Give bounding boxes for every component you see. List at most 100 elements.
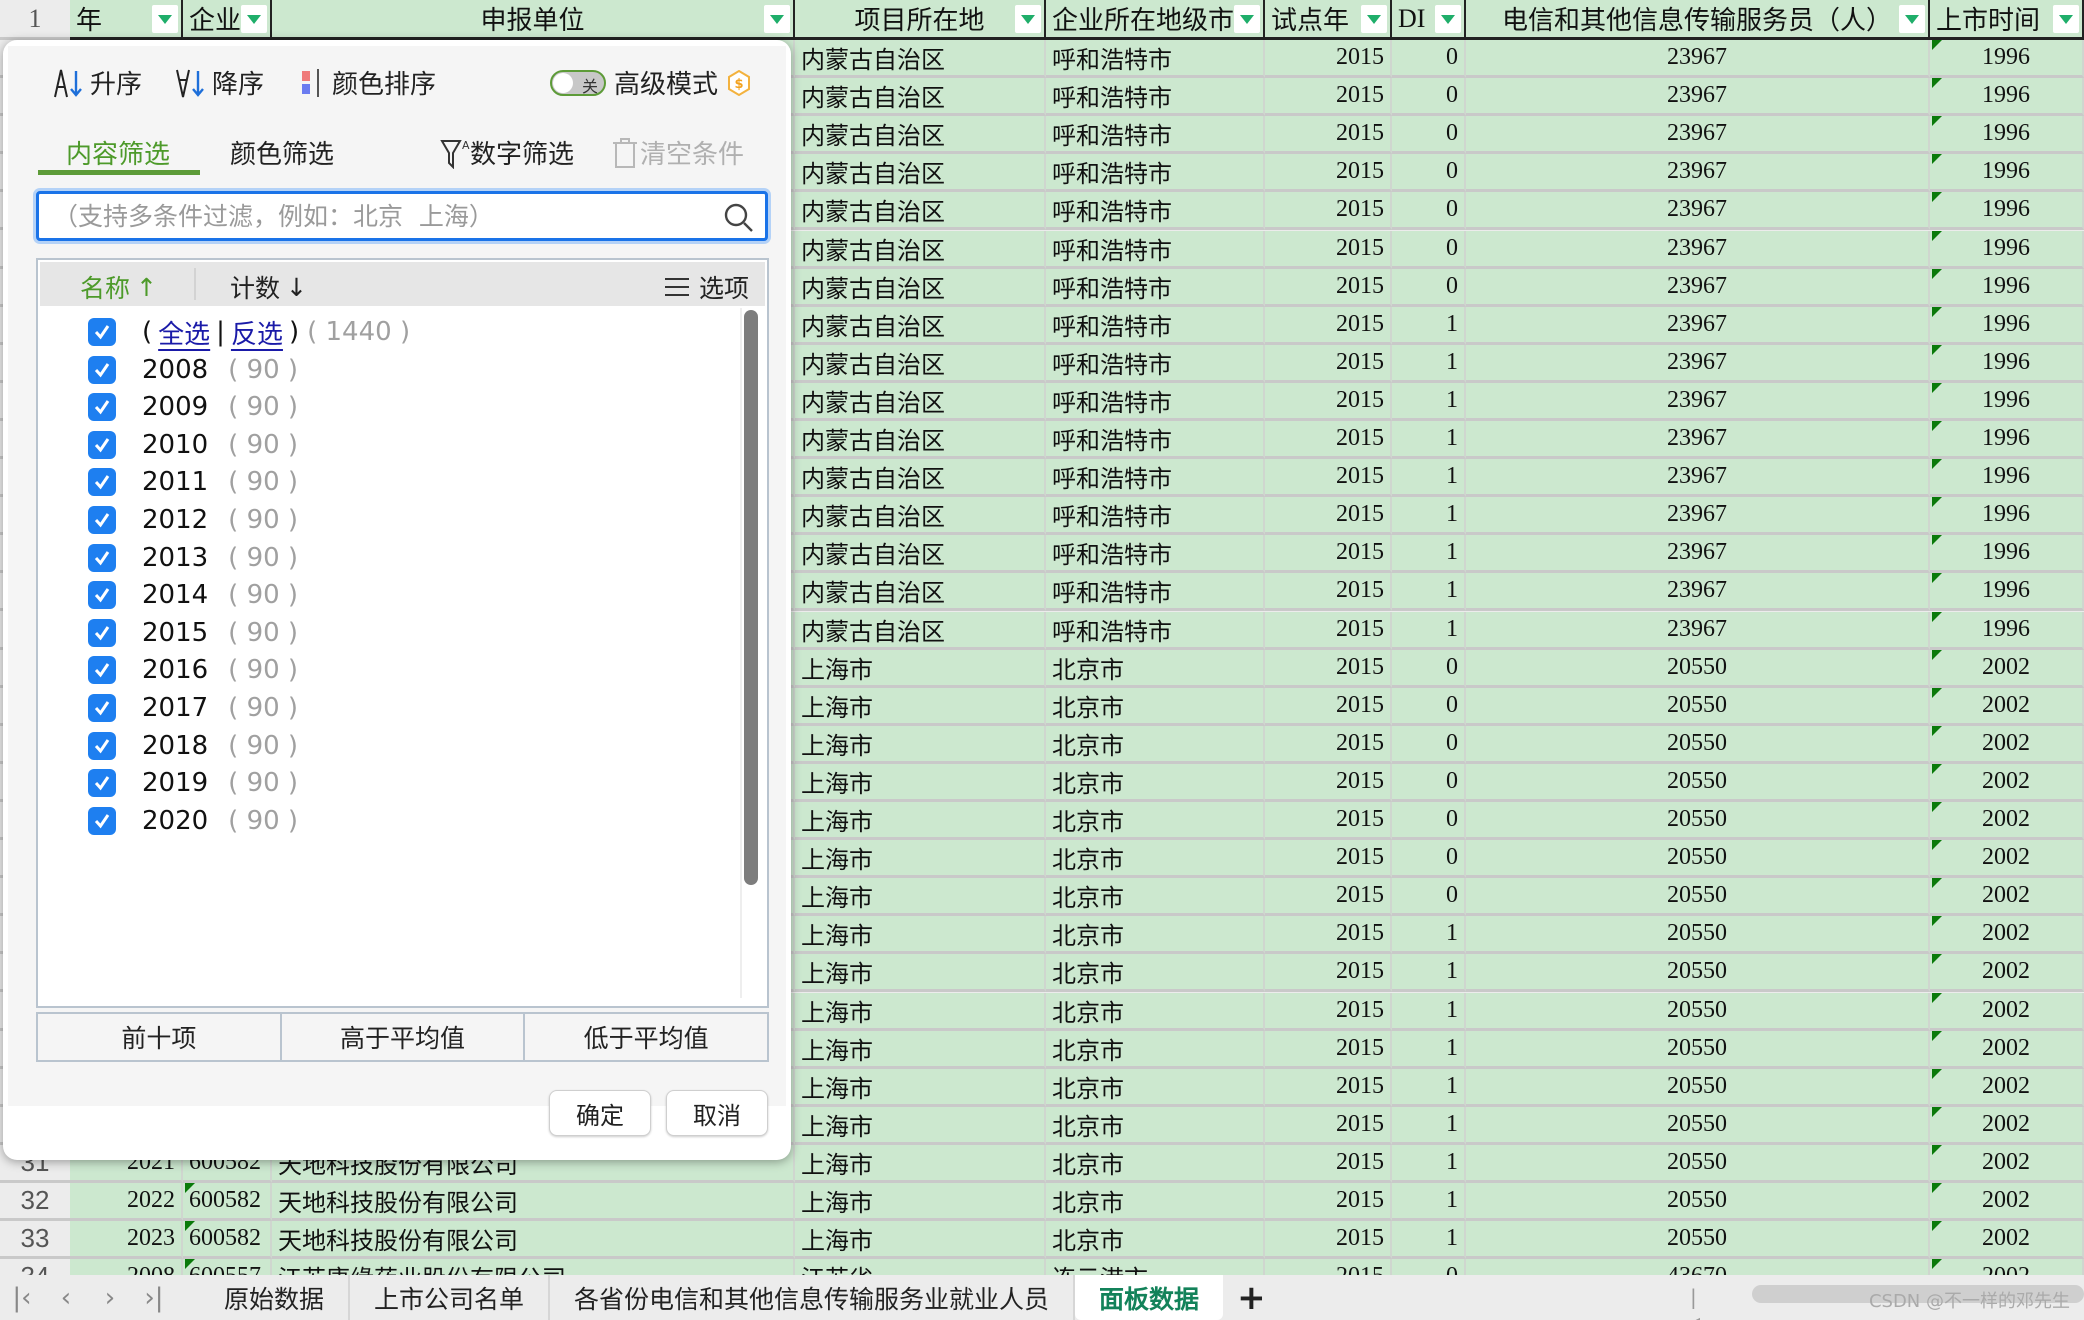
column-header-telecom[interactable]: 电信和其他信息传输服务员（人） [1466, 0, 1930, 40]
cell-listed-time[interactable]: 2002 [1930, 1106, 2084, 1145]
cell-listed-time[interactable]: 2002 [1930, 802, 2084, 840]
cell-project-location[interactable]: 上海市 [795, 1183, 1046, 1221]
cell-city[interactable]: 北京市 [1046, 687, 1265, 726]
cell-pilot-year[interactable]: 2015 [1265, 687, 1392, 726]
cell-pilot-year[interactable]: 2015 [1265, 78, 1392, 117]
cell-year[interactable]: 2023 [70, 1221, 183, 1260]
cell-telecom[interactable]: 20550 [1466, 687, 1930, 726]
cell-pilot-year[interactable]: 2015 [1265, 992, 1392, 1031]
cell-listed-time[interactable]: 1996 [1930, 497, 2084, 536]
cell-telecom[interactable]: 23967 [1466, 230, 1930, 269]
cell-pilot-year[interactable]: 2015 [1265, 878, 1392, 917]
cell-listed-time[interactable]: 2002 [1930, 878, 2084, 917]
cell-telecom[interactable]: 23967 [1466, 40, 1930, 78]
checkbox[interactable] [88, 430, 116, 459]
cell-telecom[interactable]: 20550 [1466, 1183, 1930, 1221]
filter-list-item[interactable]: 2020 ( 90 ) [88, 801, 298, 841]
cell-telecom[interactable]: 20550 [1466, 916, 1930, 955]
cell-pilot-year[interactable]: 2015 [1265, 497, 1392, 536]
cell-listed-time[interactable]: 2002 [1930, 763, 2084, 802]
cell-di[interactable]: 1 [1392, 916, 1466, 955]
search-icon[interactable] [723, 202, 755, 234]
cell-listed-time[interactable]: 2002 [1930, 1068, 2084, 1107]
cell-listed-time[interactable]: 1996 [1930, 192, 2084, 231]
cell-project-location[interactable]: 内蒙古自治区 [795, 192, 1046, 231]
cell-city[interactable]: 呼和浩特市 [1046, 230, 1265, 269]
select-all-link[interactable]: 全选 [158, 314, 210, 351]
cell-pilot-year[interactable]: 2015 [1265, 535, 1392, 574]
cell-listed-time[interactable]: 2002 [1930, 725, 2084, 764]
last-sheet-icon[interactable]: ›| [132, 1283, 176, 1313]
cell-city[interactable]: 北京市 [1046, 1183, 1265, 1221]
first-sheet-icon[interactable]: |‹ [0, 1283, 44, 1313]
filter-list-item[interactable]: 2012 ( 90 ) [88, 500, 298, 540]
cell-city[interactable]: 北京市 [1046, 878, 1265, 917]
cell-city[interactable]: 呼和浩特市 [1046, 344, 1265, 383]
cell-pilot-year[interactable]: 2015 [1265, 1144, 1392, 1183]
cell-city[interactable]: 呼和浩特市 [1046, 611, 1265, 650]
cell-project-location[interactable]: 上海市 [795, 649, 1046, 688]
cell-telecom[interactable]: 20550 [1466, 1068, 1930, 1107]
cell-telecom[interactable]: 23967 [1466, 421, 1930, 459]
cell-city[interactable]: 北京市 [1046, 649, 1265, 688]
sort-by-name-button[interactable]: 名称 ↑ [80, 269, 157, 305]
cell-pilot-year[interactable]: 2015 [1265, 916, 1392, 955]
cell-pilot-year[interactable]: 2015 [1265, 154, 1392, 193]
filter-list-item[interactable]: 2015 ( 90 ) [88, 613, 298, 653]
cell-telecom[interactable]: 23967 [1466, 535, 1930, 574]
cell-city[interactable]: 呼和浩特市 [1046, 535, 1265, 574]
row-number[interactable]: 33 [0, 1221, 70, 1260]
cell-pilot-year[interactable]: 2015 [1265, 306, 1392, 345]
cell-di[interactable]: 1 [1392, 421, 1466, 459]
cell-listed-time[interactable]: 2002 [1930, 840, 2084, 879]
cell-telecom[interactable]: 23967 [1466, 78, 1930, 117]
tab-color-filter[interactable]: 颜色筛选 [230, 134, 334, 171]
cell-project-location[interactable]: 内蒙古自治区 [795, 382, 1046, 421]
cell-di[interactable]: 0 [1392, 725, 1466, 764]
cell-city[interactable]: 北京市 [1046, 916, 1265, 955]
checkbox[interactable] [88, 806, 116, 835]
cell-listed-time[interactable]: 1996 [1930, 459, 2084, 498]
cell-listed-time[interactable]: 1996 [1930, 535, 2084, 574]
cell-pilot-year[interactable]: 2015 [1265, 649, 1392, 688]
cell-project-location[interactable]: 上海市 [795, 1144, 1046, 1183]
cell-di[interactable]: 1 [1392, 535, 1466, 574]
cell-pilot-year[interactable]: 2015 [1265, 763, 1392, 802]
cell-pilot-year[interactable]: 2015 [1265, 421, 1392, 459]
cell-telecom[interactable]: 23967 [1466, 154, 1930, 193]
cell-telecom[interactable]: 23967 [1466, 459, 1930, 498]
below-average-button[interactable]: 低于平均值 [525, 1014, 767, 1060]
row-header[interactable]: 1 [0, 0, 70, 40]
cell-project-location[interactable]: 上海市 [795, 687, 1046, 726]
cell-di[interactable]: 0 [1392, 649, 1466, 688]
column-header-city[interactable]: 企业所在地级市 [1046, 0, 1265, 40]
cell-city[interactable]: 连云港市 [1046, 1259, 1265, 1275]
cell-di[interactable]: 0 [1392, 116, 1466, 155]
cell-telecom[interactable]: 20550 [1466, 1106, 1930, 1145]
cell-di[interactable]: 0 [1392, 40, 1466, 78]
filter-dropdown-icon[interactable] [1899, 5, 1925, 33]
cell-city[interactable]: 呼和浩特市 [1046, 78, 1265, 117]
cell-project-location[interactable]: 上海市 [795, 954, 1046, 993]
filter-list-item[interactable]: 2009 ( 90 ) [88, 387, 298, 427]
sheet-tab-listed-companies[interactable]: 上市公司名单 [350, 1275, 551, 1320]
cell-city[interactable]: 呼和浩特市 [1046, 421, 1265, 459]
cell-listed-time[interactable]: 2002 [1930, 954, 2084, 993]
column-header-code[interactable]: 企业代 [183, 0, 272, 40]
advanced-mode-toggle[interactable]: 关 高级模式 $ [550, 64, 754, 101]
cell-telecom[interactable]: 23967 [1466, 116, 1930, 155]
cell-pilot-year[interactable]: 2015 [1265, 459, 1392, 498]
cell-code[interactable]: 600582 [183, 1183, 272, 1221]
color-sort-button[interactable]: 颜色排序 [298, 64, 436, 101]
column-header-year[interactable]: 年 [70, 0, 183, 40]
cell-project-location[interactable]: 内蒙古自治区 [795, 230, 1046, 269]
cell-telecom[interactable]: 20550 [1466, 649, 1930, 688]
cell-telecom[interactable]: 23967 [1466, 268, 1930, 307]
cell-listed-time[interactable]: 1996 [1930, 116, 2084, 155]
top-10-button[interactable]: 前十项 [38, 1014, 282, 1060]
checkbox[interactable] [88, 506, 116, 534]
sort-descending-button[interactable]: 降序 [174, 64, 264, 101]
cell-pilot-year[interactable]: 2015 [1265, 802, 1392, 840]
cell-di[interactable]: 1 [1392, 1068, 1466, 1107]
sheet-tab-province-employment[interactable]: 各省份电信和其他信息传输服务业就业人员 [550, 1275, 1076, 1320]
